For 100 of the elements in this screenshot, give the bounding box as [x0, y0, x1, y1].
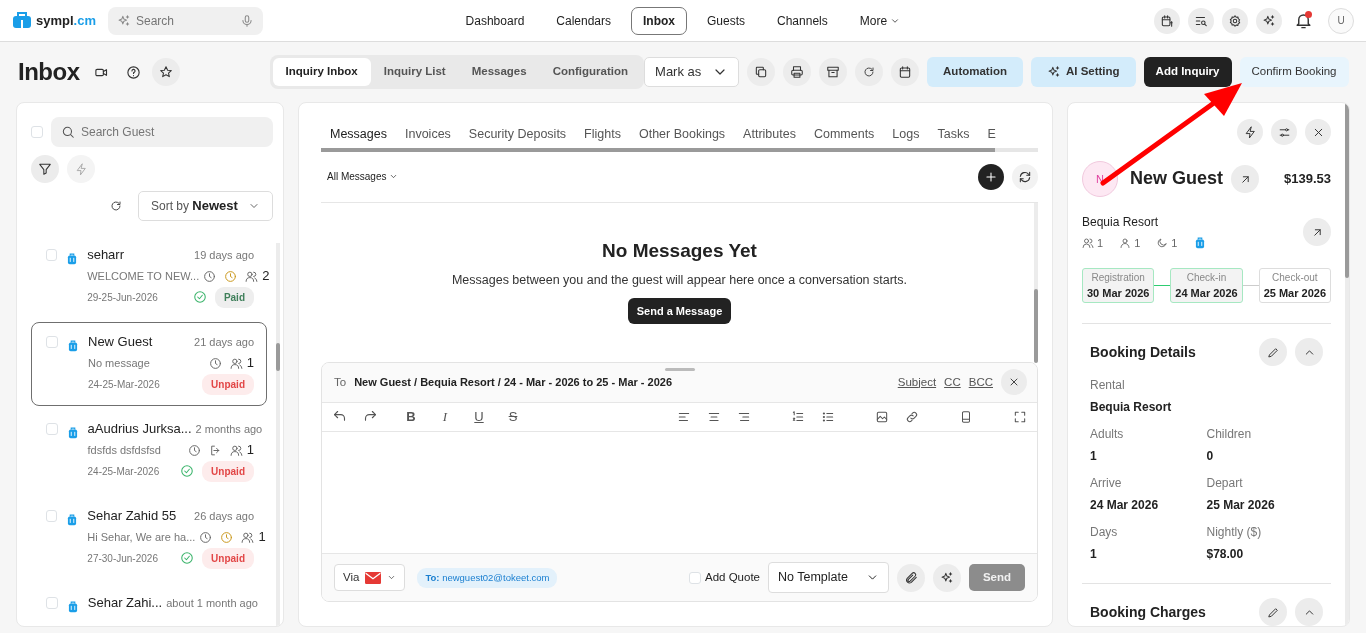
timeline-connector	[1154, 284, 1171, 286]
people-icon	[229, 356, 243, 370]
message-preview: fdsfds dsfdsfsd	[87, 442, 161, 458]
people-icon	[245, 269, 259, 283]
sliders-icon	[1277, 125, 1291, 139]
item-checkbox[interactable]	[46, 249, 58, 261]
edit-button[interactable]	[1259, 338, 1287, 366]
user-avatar[interactable]: U	[1328, 7, 1354, 34]
automation-button[interactable]	[1237, 119, 1263, 145]
tab-scrollbar[interactable]	[321, 147, 1038, 152]
archive-button[interactable]	[819, 58, 848, 86]
action-button[interactable]: Confirm Booking	[1239, 57, 1349, 87]
format-button[interactable]: S	[504, 407, 522, 427]
scrollbar[interactable]	[1034, 202, 1038, 362]
detail-tab[interactable]: Flights	[575, 123, 630, 148]
time-ago: 2 months ago	[195, 421, 263, 437]
header-link[interactable]: Subject	[897, 373, 937, 391]
detail-tab[interactable]: Security Deposits	[459, 123, 576, 148]
adjust-button[interactable]	[1271, 119, 1297, 145]
item-checkbox[interactable]	[46, 336, 58, 348]
item-checkbox[interactable]	[46, 510, 58, 522]
attach-button[interactable]	[897, 563, 925, 592]
moon-icon	[1156, 237, 1169, 250]
message-preview: No message	[88, 355, 150, 371]
bullet-list-icon	[821, 409, 835, 424]
payment-status: Unpaid	[202, 373, 254, 395]
refresh-button[interactable]	[855, 58, 884, 86]
print-button[interactable]	[783, 58, 812, 86]
scrollbar[interactable]	[1345, 103, 1349, 626]
view-tab[interactable]: Messages	[458, 58, 540, 86]
send-message-button[interactable]: Send a Message	[627, 297, 732, 325]
select-all-checkbox[interactable]	[31, 126, 43, 138]
guest-count: 1	[246, 441, 254, 460]
detail-tab[interactable]: Logs	[883, 123, 929, 148]
clock-icon	[203, 269, 217, 283]
field-label: Children	[1206, 426, 1253, 443]
envelope-icon	[365, 571, 382, 584]
nav-link[interactable]: Inbox	[631, 6, 687, 35]
nav-link[interactable]: More	[847, 6, 913, 35]
drag-handle[interactable]	[664, 367, 695, 371]
item-checkbox[interactable]	[46, 423, 58, 435]
message-filter-dropdown[interactable]: All Messages	[321, 169, 405, 185]
action-button[interactable]: Automation	[927, 57, 1023, 87]
nav-link[interactable]: Dashboard	[453, 6, 537, 35]
document-icon	[959, 409, 973, 424]
guest-name: New Guest	[88, 333, 153, 351]
header-link[interactable]: BCC	[968, 373, 993, 391]
search-field[interactable]: Search	[108, 6, 263, 35]
nav-link[interactable]: Guests	[695, 6, 758, 35]
item-checkbox[interactable]	[46, 597, 58, 609]
ai-compose-button[interactable]	[933, 563, 961, 592]
field-label: Depart	[1206, 475, 1244, 492]
calendar-button[interactable]	[891, 58, 920, 86]
open-rental-button[interactable]	[1303, 218, 1331, 247]
channel-dropdown[interactable]: Via	[334, 564, 406, 592]
filter-button[interactable]	[31, 155, 59, 183]
format-button[interactable]: I	[436, 407, 454, 427]
format-button[interactable]: B	[402, 407, 420, 427]
edit-button[interactable]	[1259, 598, 1287, 626]
inquiry-item[interactable]: New Guest 21 days ago No message 1 24-25-Mar-2026 Unpaid	[31, 322, 267, 406]
view-tab[interactable]: Configuration	[539, 58, 642, 86]
action-button[interactable]: AI Setting	[1030, 57, 1136, 87]
guest-search-field[interactable]: Search Guest	[51, 117, 273, 147]
new-message-button[interactable]	[978, 163, 1004, 190]
view-tab[interactable]: Inquiry List	[370, 58, 459, 86]
detail-tab[interactable]: Comments	[804, 123, 884, 148]
stay-dates: 24-25-Mar-2026	[87, 464, 160, 479]
detail-tab[interactable]: Attributes	[734, 123, 805, 148]
nav-link[interactable]: Calendars	[544, 6, 623, 35]
favorite-button[interactable]	[151, 58, 180, 86]
add-quote-checkbox[interactable]	[689, 571, 701, 584]
open-guest-button[interactable]	[1231, 165, 1260, 193]
template-dropdown[interactable]: No Template	[768, 562, 889, 594]
timeline-connector	[1242, 284, 1259, 286]
settings-button[interactable]	[1222, 7, 1248, 34]
mark-as-dropdown[interactable]: Mark as	[644, 57, 740, 87]
archive-icon	[826, 65, 841, 79]
header-link[interactable]: CC	[944, 373, 961, 391]
calendar-button[interactable]	[1154, 7, 1180, 34]
sync-button[interactable]	[1012, 163, 1038, 190]
copy-button[interactable]	[747, 58, 776, 86]
sort-dropdown[interactable]: Sort by Newest	[138, 191, 273, 221]
guest-count: 1	[258, 528, 266, 547]
format-button[interactable]: U	[470, 407, 488, 427]
detail-tab[interactable]: Other Bookings	[629, 123, 735, 148]
action-button[interactable]: Add Inquiry	[1143, 57, 1232, 87]
add-quote-label: Add Quote	[705, 570, 760, 586]
detail-tab[interactable]: E	[978, 123, 1005, 148]
search-list-button[interactable]	[1188, 7, 1214, 34]
nav-link[interactable]: Channels	[765, 6, 840, 35]
sparkle-icon	[117, 13, 131, 28]
people-icon	[229, 443, 243, 457]
sync-icon	[1018, 169, 1032, 184]
ai-button[interactable]	[1256, 7, 1282, 34]
clock-icon	[199, 530, 213, 544]
refresh-icon	[863, 66, 876, 78]
detail-tab[interactable]: Tasks	[928, 123, 979, 148]
refresh-icon	[110, 200, 122, 212]
detail-tab[interactable]: Invoices	[396, 123, 460, 148]
view-tab[interactable]: Inquiry Inbox	[272, 58, 371, 86]
